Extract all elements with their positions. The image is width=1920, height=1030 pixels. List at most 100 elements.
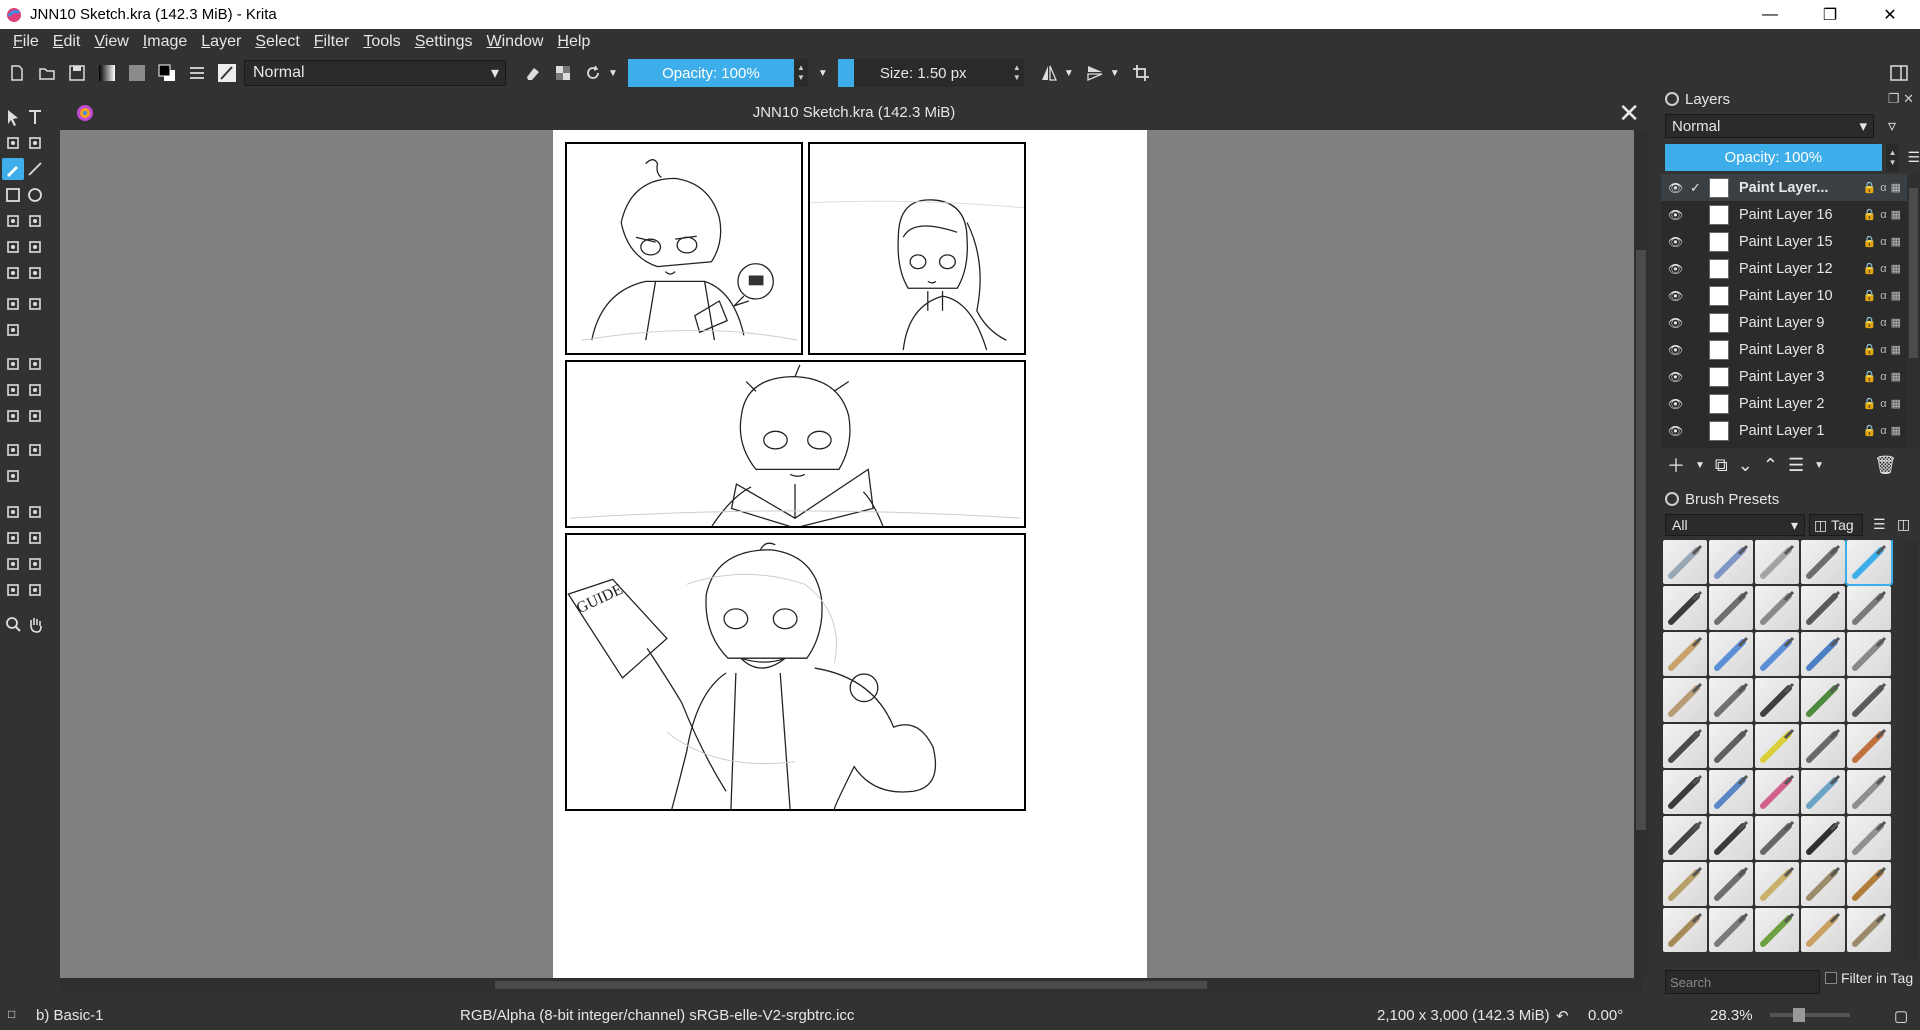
layer-lock-icon[interactable]: 🔒α▦ — [1863, 397, 1905, 410]
visibility-icon[interactable]: 👁 — [1668, 208, 1684, 222]
filter-icon[interactable]: ▿ — [1888, 116, 1896, 136]
layer-row[interactable]: 👁 Paint Layer 15 🔒α▦ — [1661, 228, 1907, 255]
brush-preset-item[interactable] — [1709, 816, 1753, 860]
workspace-icon[interactable] — [1884, 58, 1914, 88]
menu-tools[interactable]: Tools — [356, 33, 407, 51]
brush-preset-item[interactable] — [1755, 586, 1799, 630]
brush-preset-item[interactable] — [1801, 770, 1845, 814]
mirror-horizontal-icon[interactable] — [1034, 58, 1064, 88]
docker-close-icon[interactable]: ❐ ✕ — [1888, 91, 1914, 107]
list-view-icon[interactable]: ☰ — [1873, 516, 1886, 533]
freehand-select-icon[interactable] — [24, 527, 46, 549]
freehand-path-icon[interactable] — [24, 236, 46, 258]
rect-select-icon[interactable] — [2, 501, 24, 523]
brush-tag-button[interactable]: ◫ Tag — [1809, 514, 1863, 536]
horizontal-scrollbar[interactable] — [60, 978, 1642, 992]
brush-preset-item[interactable] — [1709, 540, 1753, 584]
layer-blend-select[interactable]: Normal ▾ — [1665, 114, 1874, 138]
move-layer-down-icon[interactable]: ⌄ — [1738, 455, 1753, 476]
rectangle-tool-icon[interactable] — [2, 184, 24, 206]
fullscreen-icon[interactable]: ▢ — [1894, 1007, 1908, 1025]
layer-opacity-slider[interactable]: Opacity: 100% — [1665, 144, 1882, 171]
layer-row[interactable]: 👁 Paint Layer 1 🔒α▦ — [1661, 417, 1907, 444]
panel-icon[interactable]: ◫ — [1897, 516, 1910, 533]
visibility-icon[interactable]: 👁 — [1668, 424, 1684, 438]
layer-lock-icon[interactable]: 🔒α▦ — [1863, 370, 1905, 383]
save-icon[interactable] — [62, 58, 92, 88]
comic-page[interactable]: GUIDE — [553, 130, 1147, 978]
color-swatch-icon[interactable] — [152, 58, 182, 88]
layer-lock-icon[interactable]: 🔒α▦ — [1863, 316, 1905, 329]
assistant-tool-icon[interactable] — [2, 439, 24, 461]
chevron-down-icon[interactable]: ▼ — [818, 68, 828, 79]
filter-in-tag-checkbox[interactable]: Filter in Tag — [1825, 970, 1913, 986]
reference-images-icon[interactable] — [2, 465, 24, 487]
brush-preset-item[interactable] — [1801, 724, 1845, 768]
layer-lock-icon[interactable]: 🔒α▦ — [1863, 343, 1905, 356]
polyline-tool-icon[interactable] — [24, 210, 46, 232]
pattern-icon[interactable] — [122, 58, 152, 88]
layer-row[interactable]: 👁 Paint Layer 10 🔒α▦ — [1661, 282, 1907, 309]
contiguous-select-icon[interactable] — [2, 553, 24, 575]
docker-float-icon[interactable] — [1665, 492, 1679, 506]
brush-preset-item[interactable] — [1801, 632, 1845, 676]
brush-preset-item[interactable] — [1663, 770, 1707, 814]
opacity-spin-icon[interactable]: ▲ ▼ — [793, 59, 808, 87]
crop-tool-icon[interactable] — [2, 319, 24, 341]
brush-preset-item[interactable] — [1847, 586, 1891, 630]
brush-preset-item[interactable] — [1847, 862, 1891, 906]
similar-select-icon[interactable] — [24, 553, 46, 575]
move-tool-icon[interactable] — [24, 293, 46, 315]
visibility-icon[interactable]: 👁 — [1668, 289, 1684, 303]
layer-lock-icon[interactable]: 🔒α▦ — [1863, 424, 1905, 437]
polygon-tool-icon[interactable] — [2, 210, 24, 232]
brush-preset-item[interactable] — [1801, 862, 1845, 906]
layer-lock-icon[interactable]: 🔒α▦ — [1863, 262, 1905, 275]
brush-preset-item[interactable] — [1801, 816, 1845, 860]
brush-preset-item[interactable] — [1801, 678, 1845, 722]
open-document-icon[interactable] — [32, 58, 62, 88]
brush-preset-item[interactable] — [1847, 816, 1891, 860]
menu-file[interactable]: File — [6, 33, 46, 51]
layer-row[interactable]: 👁 Paint Layer 8 🔒α▦ — [1661, 336, 1907, 363]
brush-preset-item[interactable] — [1755, 862, 1799, 906]
brush-preset-item[interactable] — [1709, 632, 1753, 676]
mirror-vertical-icon[interactable] — [1080, 58, 1110, 88]
close-icon[interactable]: ✕ — [1860, 0, 1920, 29]
ellipse-tool-icon[interactable] — [24, 184, 46, 206]
brush-preset-item[interactable] — [1663, 632, 1707, 676]
chevron-down-icon[interactable]: ▼ — [1814, 460, 1824, 471]
current-brush-label[interactable]: b) Basic-1 — [36, 1007, 104, 1024]
brush-preset-item[interactable] — [1755, 816, 1799, 860]
layer-row[interactable]: 👁 Paint Layer 3 🔒α▦ — [1661, 363, 1907, 390]
magnetic-select-icon[interactable] — [24, 579, 46, 601]
calligraphy-icon[interactable] — [24, 132, 46, 154]
brush-preset-item[interactable] — [1801, 586, 1845, 630]
menu-edit[interactable]: Edit — [46, 33, 88, 51]
brush-preset-item[interactable] — [1847, 908, 1891, 952]
eraser-icon[interactable] — [518, 58, 548, 88]
layer-properties-icon[interactable]: ☰ — [1788, 455, 1804, 476]
reload-preset-icon[interactable] — [578, 58, 608, 88]
pan-tool-icon[interactable] — [24, 613, 46, 635]
chevron-down-icon[interactable]: ▼ — [608, 68, 618, 79]
brush-grid-scrollbar[interactable] — [1905, 540, 1918, 960]
menu-window[interactable]: Window — [480, 33, 551, 51]
layer-row[interactable]: 👁 Paint Layer 12 🔒α▦ — [1661, 255, 1907, 282]
menu-view[interactable]: View — [87, 33, 135, 51]
line-tool-icon[interactable] — [24, 158, 46, 180]
brush-preset-item[interactable] — [1847, 770, 1891, 814]
vertical-scrollbar[interactable] — [1634, 130, 1648, 978]
add-layer-icon[interactable]: ＋ — [1667, 452, 1685, 478]
gradient-icon[interactable] — [92, 58, 122, 88]
menu-help[interactable]: Help — [550, 33, 597, 51]
layer-lock-icon[interactable]: 🔒α▦ — [1863, 235, 1905, 248]
brush-preset-item[interactable] — [1709, 724, 1753, 768]
brush-filter-select[interactable]: All ▾ — [1665, 514, 1805, 536]
rotation-icon[interactable]: ↶ — [1556, 1007, 1569, 1025]
brush-preset-item[interactable] — [1847, 632, 1891, 676]
brush-preset-item[interactable] — [1663, 540, 1707, 584]
menu-image[interactable]: Image — [136, 33, 194, 51]
chevron-down-icon[interactable]: ▼ — [1110, 68, 1120, 79]
brush-preset-item[interactable] — [1755, 632, 1799, 676]
